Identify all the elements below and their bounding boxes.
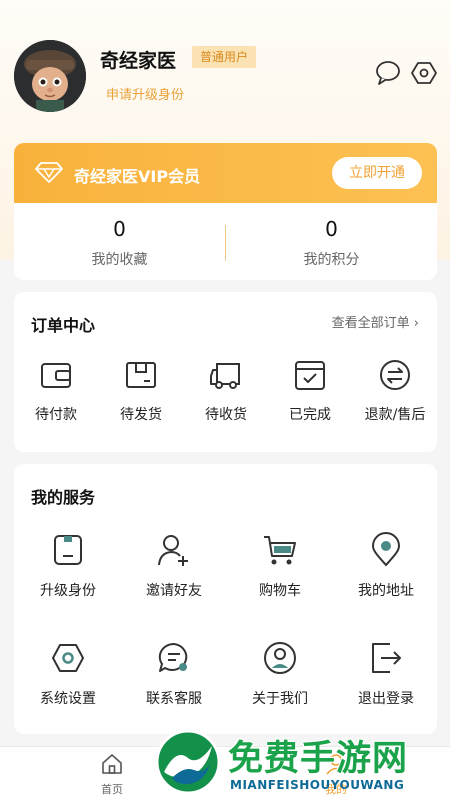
service-item-label: 我的地址: [358, 583, 414, 599]
logout-icon: [344, 640, 428, 676]
order-item-label: 已完成: [289, 407, 331, 423]
user-circle-icon: [238, 640, 322, 676]
view-all-orders-link[interactable]: 查看全部订单 ›: [332, 312, 419, 331]
location-pin-icon: [344, 532, 428, 568]
watermark-subtext: MIANFEISHOUYOUWANG: [230, 778, 405, 792]
order-pending-payment[interactable]: 待付款: [14, 358, 98, 424]
settings-hexagon-icon[interactable]: [410, 60, 438, 86]
vip-title: 奇经家医VIP会员: [74, 167, 201, 186]
apply-upgrade-link[interactable]: 申请升级身份: [106, 84, 184, 103]
id-card-icon: [26, 532, 110, 568]
points-label: 我的积分: [303, 252, 360, 268]
order-completed[interactable]: 已完成: [268, 358, 352, 424]
add-user-icon: [132, 532, 216, 568]
order-center-title: 订单中心: [31, 316, 96, 335]
order-pending-receipt[interactable]: 待收货: [184, 358, 268, 424]
service-item-label: 升级身份: [40, 583, 96, 599]
exchange-arrows-icon: [353, 358, 437, 392]
avatar[interactable]: [14, 40, 86, 112]
favorites-label: 我的收藏: [91, 252, 148, 268]
favorites-stat[interactable]: 0 我的收藏: [14, 203, 225, 280]
watermark-text: 免费手游网: [228, 739, 409, 779]
favorites-count: 0: [113, 217, 126, 241]
service-invite-friends[interactable]: 邀请好友: [132, 532, 216, 600]
points-count: 0: [325, 217, 338, 241]
service-item-label: 系统设置: [40, 691, 96, 707]
order-center-section: 订单中心 查看全部订单 › 待付款 待发货 待收货 已完成 退款/售后: [14, 292, 437, 452]
vip-card: 奇经家医VIP会员 立即开通 0 我的收藏 0 我的积分: [14, 143, 437, 280]
service-shopping-cart[interactable]: 购物车: [238, 532, 322, 600]
diamond-icon: [35, 161, 63, 183]
watermark-logo: [154, 728, 222, 796]
nav-home-label: 首页: [101, 783, 123, 796]
hexagon-gear-icon: [26, 640, 110, 676]
service-logout[interactable]: 退出登录: [344, 640, 428, 708]
order-pending-shipment[interactable]: 待发货: [99, 358, 183, 424]
order-item-label: 退款/售后: [364, 407, 426, 423]
service-customer-service[interactable]: 联系客服: [132, 640, 216, 708]
chat-bubble-icon[interactable]: [374, 60, 402, 86]
service-system-settings[interactable]: 系统设置: [26, 640, 110, 708]
shopping-cart-icon: [238, 532, 322, 568]
wallet-icon: [14, 358, 98, 392]
customer-service-chat-icon: [132, 640, 216, 676]
service-item-label: 邀请好友: [146, 583, 202, 599]
service-item-label: 退出登录: [358, 691, 414, 707]
service-upgrade-identity[interactable]: 升级身份: [26, 532, 110, 600]
calendar-check-icon: [268, 358, 352, 392]
profile-header: 奇经家医 普通用户 申请升级身份: [0, 0, 450, 140]
service-item-label: 购物车: [259, 583, 301, 599]
my-services-title: 我的服务: [31, 488, 96, 507]
chevron-right-icon: ›: [409, 316, 419, 331]
view-all-orders-label: 查看全部订单: [331, 316, 410, 331]
order-item-label: 待收货: [205, 407, 247, 423]
service-item-label: 联系客服: [146, 691, 202, 707]
delivery-truck-icon: [184, 358, 268, 392]
service-about-us[interactable]: 关于我们: [238, 640, 322, 708]
open-vip-button[interactable]: 立即开通: [332, 157, 422, 189]
vip-banner: 奇经家医VIP会员 立即开通: [14, 143, 437, 203]
order-refund[interactable]: 退款/售后: [353, 358, 437, 424]
service-item-label: 关于我们: [252, 691, 308, 707]
order-item-label: 待发货: [120, 407, 162, 423]
home-icon: [100, 754, 124, 779]
username: 奇经家医: [100, 50, 177, 72]
nav-home[interactable]: 首页: [82, 753, 142, 797]
my-services-section: 我的服务 升级身份 邀请好友 购物车 我的地址 系统设置 联系客服 关于我们 退…: [14, 464, 437, 734]
service-my-address[interactable]: 我的地址: [344, 532, 428, 600]
points-stat[interactable]: 0 我的积分: [226, 203, 437, 280]
package-box-icon: [99, 358, 183, 392]
order-item-label: 待付款: [35, 407, 77, 423]
user-level-badge: 普通用户: [192, 46, 257, 68]
